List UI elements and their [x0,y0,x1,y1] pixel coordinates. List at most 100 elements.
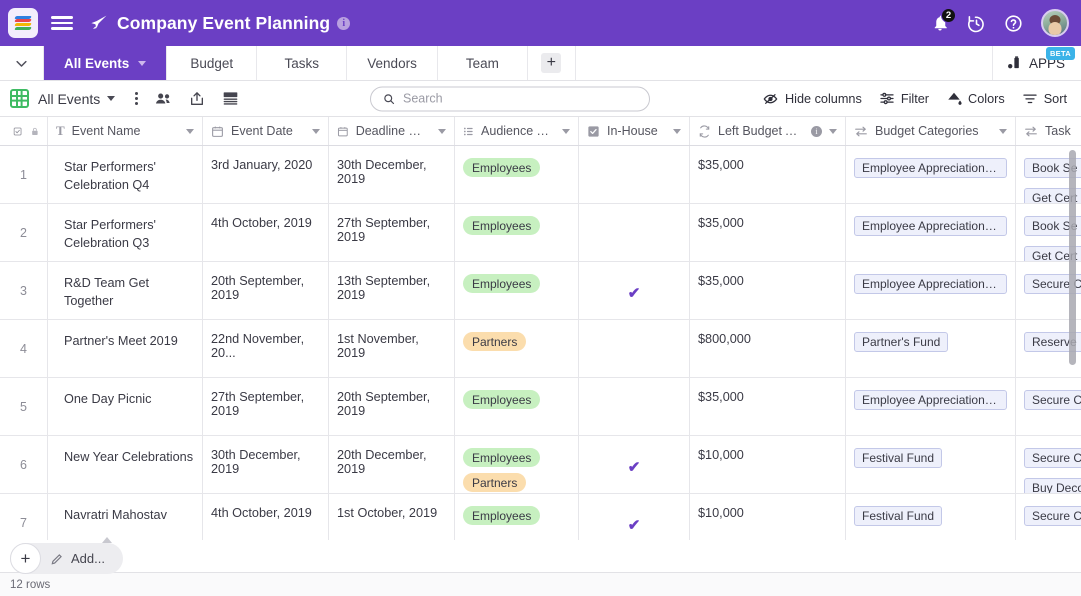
cell-task[interactable]: Secure C [1016,494,1081,540]
add-table-button[interactable]: + [528,46,576,80]
cell-left-budget[interactable]: $10,000 [690,494,846,540]
cell-audience-type[interactable]: Employees [455,494,579,540]
audience-tag[interactable]: Employees [463,448,541,467]
help-icon[interactable] [1004,14,1023,33]
chevron-down-icon[interactable] [999,128,1007,134]
tab-tasks[interactable]: Tasks [257,46,348,80]
cell-budget-categories[interactable]: Employee Appreciation Fu... [846,262,1016,319]
chevron-down-icon[interactable] [673,128,681,134]
table-row[interactable]: 6 New Year Celebrations 30th December, 201… [0,436,1081,494]
cell-left-budget[interactable]: $10,000 [690,436,846,493]
audience-tag[interactable]: Employees [463,216,541,235]
linked-record-chip[interactable]: Partner's Fund [854,332,949,352]
audience-tag[interactable]: Partners [463,473,527,492]
column-header-select[interactable] [0,117,48,145]
cell-in-house[interactable]: ✔ [579,436,690,493]
chevron-down-icon[interactable] [438,128,446,134]
cell-event-name[interactable]: Star Performers' Celebration Q3 [48,204,203,261]
chevron-down-icon[interactable] [562,128,570,134]
column-header-event-name[interactable]: T Event Name [48,117,203,145]
cell-budget-categories[interactable]: Festival Fund [846,494,1016,540]
audience-tag[interactable]: Employees [463,274,541,293]
cell-left-budget[interactable]: $35,000 [690,146,846,203]
history-icon[interactable] [967,14,986,33]
column-header-deadline-date[interactable]: Deadline Date [329,117,455,145]
chevron-down-icon[interactable] [0,46,44,80]
cell-deadline-date[interactable]: 20th December, 2019 [329,436,455,493]
search-box[interactable] [370,86,650,111]
cell-deadline-date[interactable]: 20th September, 2019 [329,378,455,435]
audience-tag[interactable]: Employees [463,506,541,525]
cell-in-house[interactable] [579,378,690,435]
audience-tag[interactable]: Partners [463,332,527,351]
cell-event-date[interactable]: 4th October, 2019 [203,204,329,261]
collaborators-icon[interactable] [155,91,172,106]
cell-budget-categories[interactable]: Employee Appreciation Fu... [846,378,1016,435]
table-row[interactable]: 1 Star Performers' Celebration Q4 3rd Janu… [0,146,1081,204]
cell-event-name[interactable]: Star Performers' Celebration Q4 [48,146,203,203]
cell-event-date[interactable]: 27th September, 2019 [203,378,329,435]
cell-event-name[interactable]: Partner's Meet 2019 [48,320,203,377]
table-row[interactable]: 2 Star Performers' Celebration Q3 4th Octo… [0,204,1081,262]
cell-event-name[interactable]: R&D Team Get Together [48,262,203,319]
cell-budget-categories[interactable]: Festival Fund [846,436,1016,493]
cell-task[interactable]: Secure C Buy Deco [1016,436,1081,493]
cell-deadline-date[interactable]: 13th September, 2019 [329,262,455,319]
more-options-icon[interactable] [135,91,139,106]
tab-budget[interactable]: Budget [167,46,258,80]
linked-record-chip[interactable]: Secure C [1024,448,1081,468]
cell-in-house[interactable]: ✔ [579,262,690,319]
linked-record-chip[interactable]: Festival Fund [854,506,943,526]
colors-button[interactable]: Colors [946,91,1005,106]
grid-view-icon[interactable] [10,89,29,108]
cell-in-house[interactable] [579,146,690,203]
column-header-in-house[interactable]: In-House [579,117,690,145]
table-row[interactable]: 7 Navratri Mahostav 4th October, 2019 1st O… [0,494,1081,540]
tab-all-events[interactable]: All Events [44,46,168,80]
chevron-down-icon[interactable] [829,128,837,134]
column-header-event-date[interactable]: Event Date [203,117,329,145]
vertical-scrollbar[interactable] [1069,150,1076,365]
linked-record-chip[interactable]: Secure C [1024,506,1081,526]
cell-budget-categories[interactable]: Partner's Fund [846,320,1016,377]
cell-deadline-date[interactable]: 27th September, 2019 [329,204,455,261]
filter-button[interactable]: Filter [879,91,929,106]
info-icon[interactable]: i [811,125,822,137]
cell-left-budget[interactable]: $800,000 [690,320,846,377]
cell-in-house[interactable] [579,204,690,261]
column-header-budget-categories[interactable]: Budget Categories [846,117,1016,145]
cell-event-date[interactable]: 3rd January, 2020 [203,146,329,203]
cell-event-date[interactable]: 30th December, 2019 [203,436,329,493]
chevron-down-icon[interactable] [107,96,116,101]
cell-audience-type[interactable]: Partners [455,320,579,377]
cell-audience-type[interactable]: Employees Partners [455,436,579,493]
chevron-down-icon[interactable] [312,128,320,134]
add-record-button[interactable]: + Add... [10,537,123,574]
linked-record-chip[interactable]: Employee Appreciation Fu... [854,216,1007,236]
cell-budget-categories[interactable]: Employee Appreciation Fu... [846,146,1016,203]
audience-tag[interactable]: Employees [463,158,541,177]
cell-audience-type[interactable]: Employees [455,262,579,319]
cell-left-budget[interactable]: $35,000 [690,378,846,435]
cell-event-name[interactable]: One Day Picnic [48,378,203,435]
cell-deadline-date[interactable]: 30th December, 2019 [329,146,455,203]
search-input[interactable] [402,91,637,106]
cell-audience-type[interactable]: Employees [455,378,579,435]
hide-columns-button[interactable]: Hide columns [763,92,862,106]
cell-in-house[interactable] [579,320,690,377]
cell-event-name[interactable]: New Year Celebrations [48,436,203,493]
linked-record-chip[interactable]: Employee Appreciation Fu... [854,390,1007,410]
tab-vendors[interactable]: Vendors [347,46,438,80]
plus-icon[interactable]: + [10,543,41,574]
audience-tag[interactable]: Employees [463,390,541,409]
cell-task[interactable]: Secure C [1016,378,1081,435]
column-header-audience-type[interactable]: Audience Type [455,117,579,145]
cell-left-budget[interactable]: $35,000 [690,204,846,261]
column-header-left-budget[interactable]: Left Budget Am... i [690,117,846,145]
cell-budget-categories[interactable]: Employee Appreciation Fu... [846,204,1016,261]
hamburger-menu-icon[interactable] [51,16,73,30]
table-row[interactable]: 4 Partner's Meet 2019 22nd November, 20...… [0,320,1081,378]
cell-event-date[interactable]: 4th October, 2019 [203,494,329,540]
linked-record-chip[interactable]: Employee Appreciation Fu... [854,158,1007,178]
info-icon[interactable]: i [337,16,351,30]
